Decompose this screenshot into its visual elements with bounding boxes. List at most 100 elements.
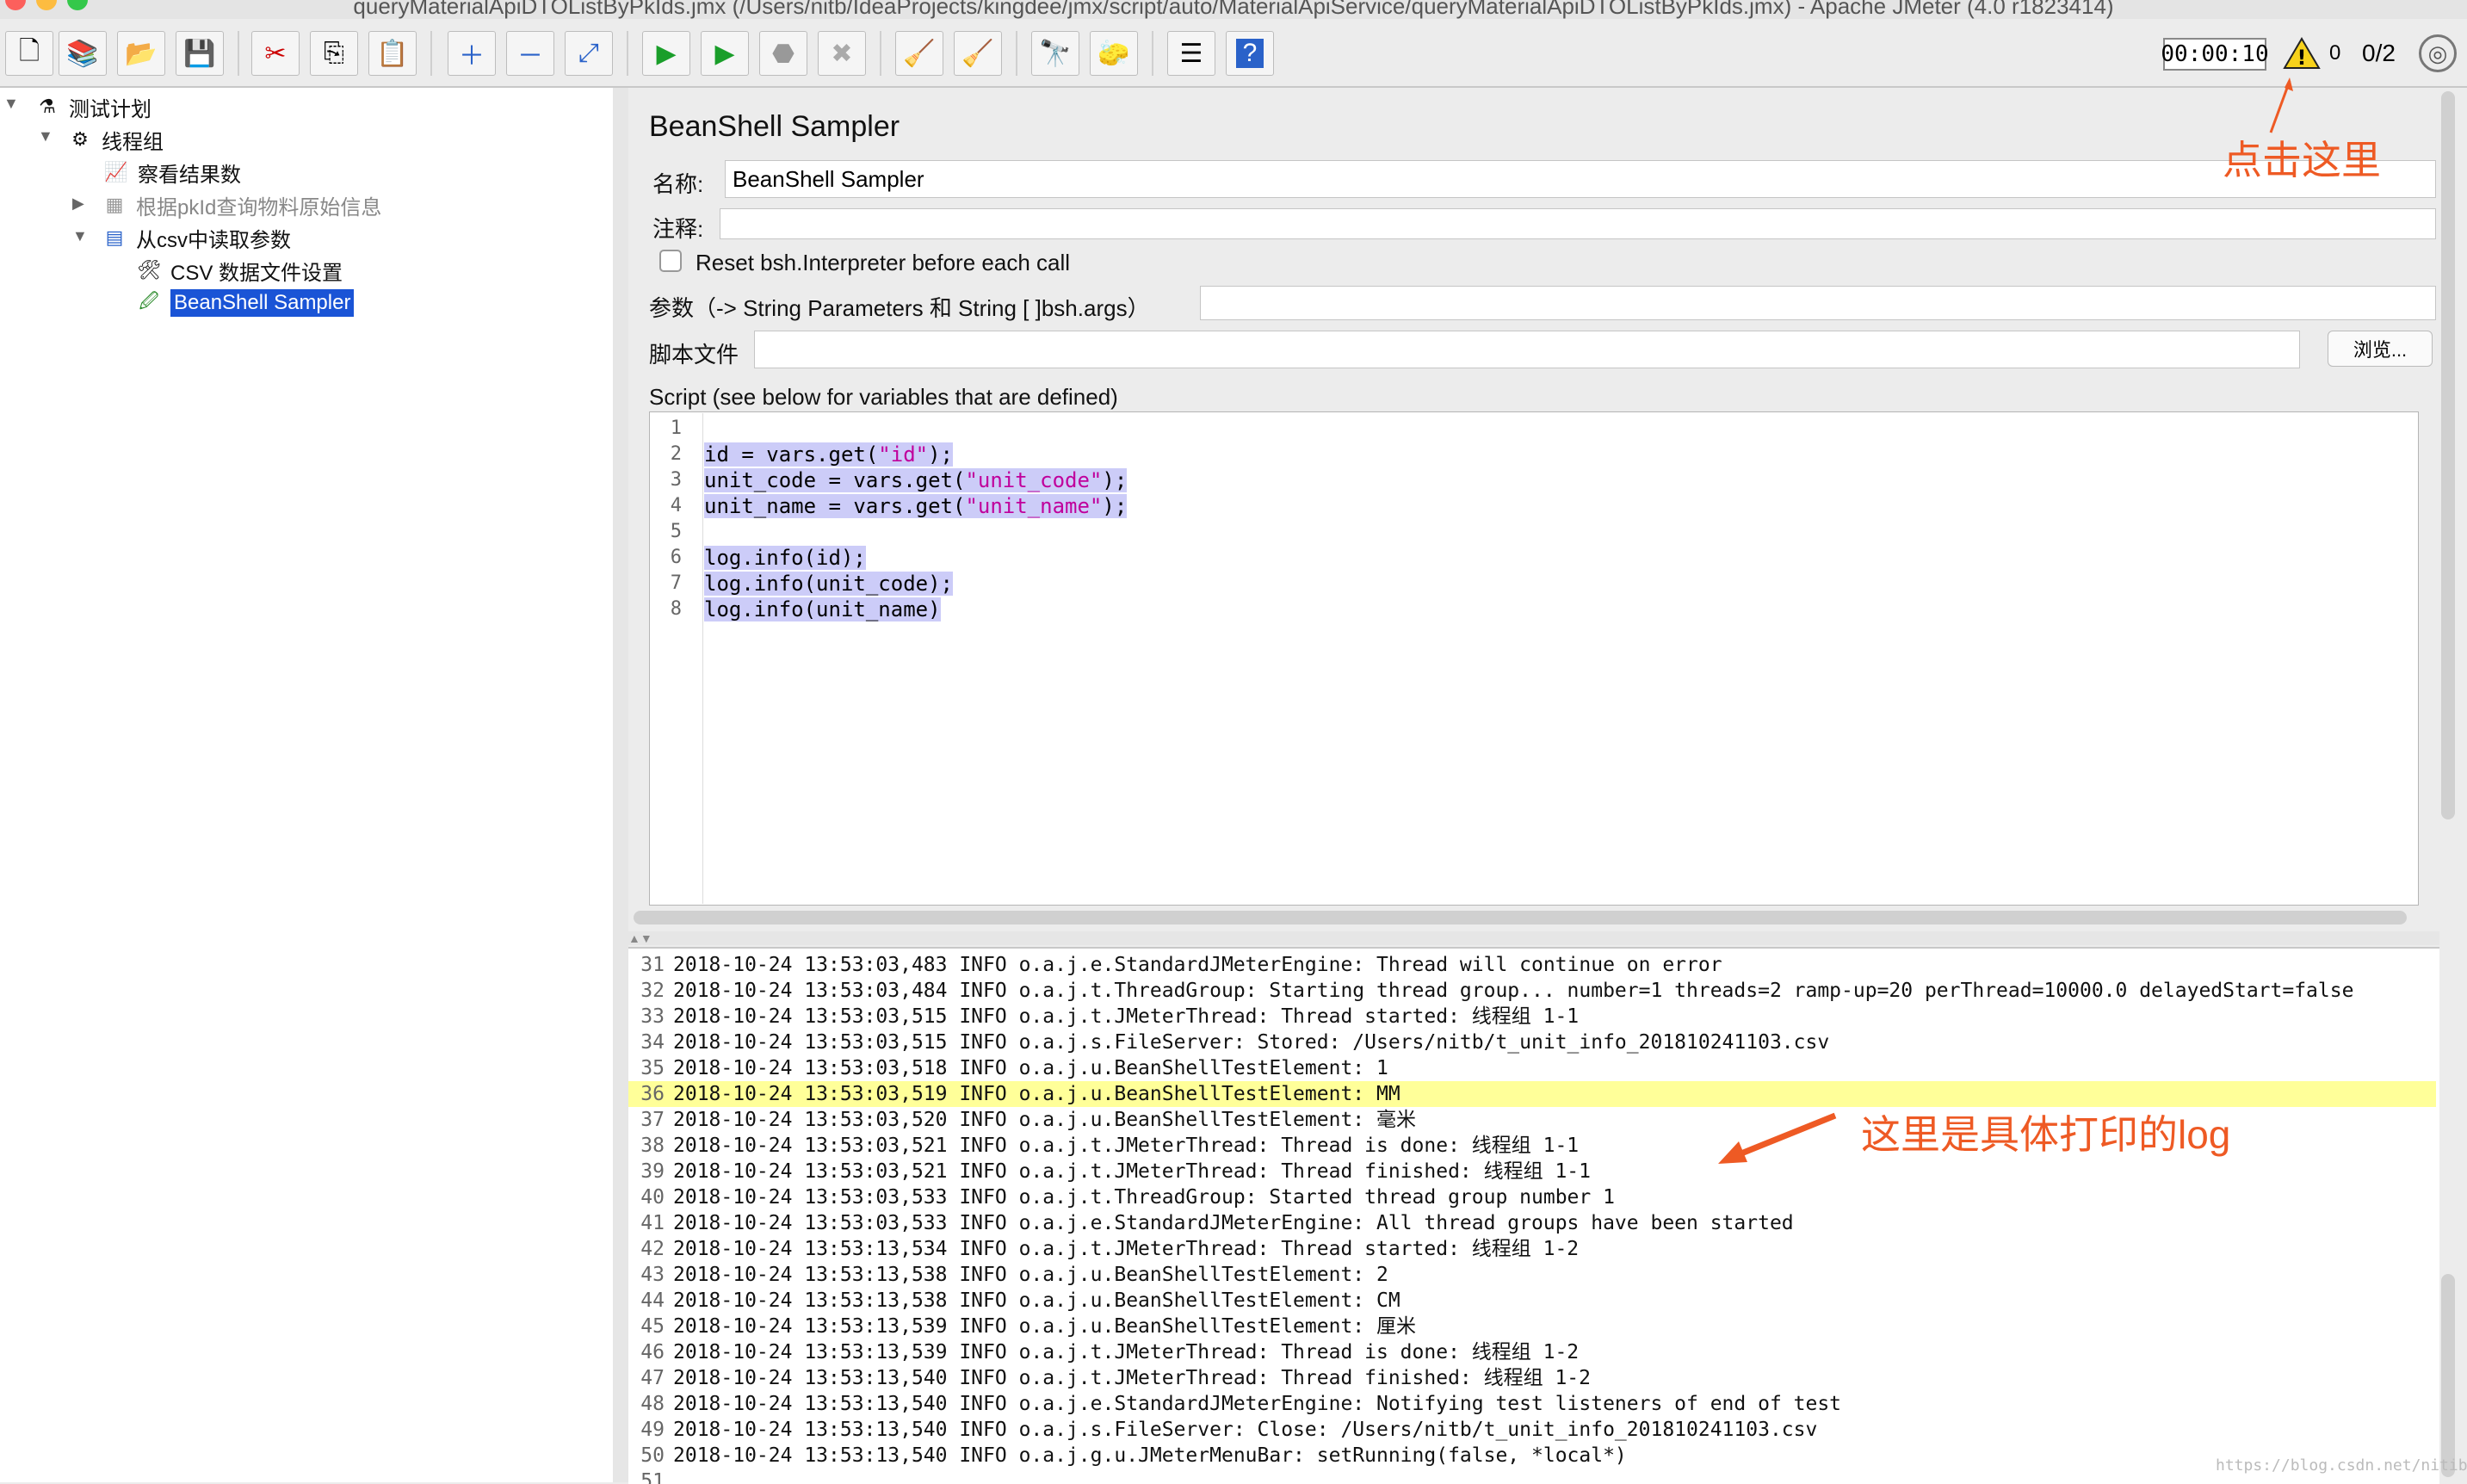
open-button[interactable]: 📂 — [117, 31, 165, 76]
log-text: 2018-10-24 13:53:03,515 INFO o.a.j.t.JMe… — [673, 1005, 1580, 1028]
run-status-icon: ◎ — [2419, 34, 2457, 72]
code-string: "unit_name" — [965, 494, 1103, 518]
tree-item-beanshell-sampler[interactable]: 🖉 BeanShell Sampler — [134, 288, 355, 318]
log-text: 2018-10-24 13:53:03,484 INFO o.a.j.t.Thr… — [673, 980, 2354, 1002]
code-string: "id" — [878, 442, 929, 467]
tree-item-label-selected: BeanShell Sampler — [170, 289, 355, 317]
panel-vertical-scrollbar[interactable] — [2441, 91, 2455, 819]
comment-label: 注释: — [652, 216, 704, 242]
log-row: 48 2018-10-24 13:53:13,540 INFO o.a.j.e.S… — [628, 1391, 2436, 1417]
browse-button[interactable]: 浏览... — [2328, 331, 2433, 367]
code-text: log.info(id); — [704, 546, 866, 570]
tree-item-results-tree[interactable]: 📈 察看结果数 — [102, 157, 241, 188]
code-text: unit_code = vars.get( — [704, 468, 966, 492]
log-viewer[interactable]: 31 2018-10-24 13:53:03,483 INFO o.a.j.e.S… — [628, 947, 2439, 1484]
log-line-number: 45 — [640, 1315, 665, 1338]
log-row: 39 2018-10-24 13:53:03,521 INFO o.a.j.t.J… — [628, 1159, 2436, 1184]
expand-triangle-icon[interactable]: ▶ — [72, 195, 84, 213]
help-icon: ? — [1235, 39, 1264, 68]
split-pane-divider[interactable] — [613, 88, 628, 1482]
save-button[interactable]: 💾 — [176, 31, 224, 76]
window-title: queryMaterialApiDTOListByPkIds.jmx (/Use… — [353, 0, 2114, 19]
collapse-triangle-icon[interactable]: ▼ — [3, 95, 19, 113]
log-line-number: 38 — [640, 1135, 665, 1157]
code-line-2: id = vars.get("id"); — [704, 442, 953, 467]
log-line-number: 31 — [640, 954, 665, 976]
tree-item-label: 根据pkId查询物料原始信息 — [136, 195, 382, 220]
log-line-number: 34 — [640, 1031, 665, 1054]
start-button[interactable]: ▶ — [642, 31, 690, 76]
test-plan-tree: ▼ ⚗ 测试计划 ▼ ⚙ 线程组 📈 察看结果数 ▶ ▦ 根据pkId查询物料原始信息 … — [0, 88, 615, 1482]
script-file-field[interactable] — [754, 331, 2300, 368]
new-file-icon: 🗋 — [18, 36, 40, 65]
start-no-pauses-button[interactable]: ▶ — [701, 31, 749, 76]
clear-all-button[interactable]: 🧹 — [954, 31, 1002, 76]
expand-all-button[interactable]: ＋ — [448, 31, 496, 76]
log-line-number: 32 — [640, 980, 665, 1002]
templates-button[interactable]: 📚 — [59, 31, 107, 76]
log-line-number: 37 — [640, 1109, 665, 1131]
log-row: 43 2018-10-24 13:53:13,538 INFO o.a.j.u.B… — [628, 1262, 2436, 1288]
help-button[interactable]: ? — [1226, 31, 1274, 76]
tree-item-label: 线程组 — [102, 130, 164, 154]
new-plan-button[interactable]: 🗋 — [5, 31, 53, 76]
line-number: 8 — [670, 598, 682, 620]
horizontal-scrollbar[interactable] — [634, 911, 2407, 924]
line-number: 3 — [670, 469, 682, 491]
clear-button[interactable]: 🧹 — [895, 31, 943, 76]
paste-button[interactable]: 📋 — [368, 31, 417, 76]
log-split-divider[interactable]: ▲▼ — [628, 931, 2439, 945]
code-string: "unit_code" — [965, 468, 1103, 492]
plus-icon: ＋ — [459, 42, 485, 71]
tree-item-read-csv[interactable]: ▤ 从csv中读取参数 — [100, 222, 291, 253]
function-helper-button[interactable]: ☰ — [1167, 31, 1215, 76]
flask-icon: ⚗ — [39, 96, 56, 117]
log-row: 44 2018-10-24 13:53:13,538 INFO o.a.j.u.B… — [628, 1288, 2436, 1314]
log-row: 34 2018-10-24 13:53:03,515 INFO o.a.j.s.F… — [628, 1030, 2436, 1055]
log-row: 50 2018-10-24 13:53:13,540 INFO o.a.j.g.u… — [628, 1443, 2436, 1469]
log-line-number: 50 — [640, 1444, 665, 1467]
shutdown-button[interactable]: ✖ — [818, 31, 866, 76]
collapse-all-button[interactable]: － — [506, 31, 554, 76]
toggle-icon: ⤢ — [578, 39, 599, 67]
tree-item-test-plan[interactable]: ⚗ 测试计划 — [33, 91, 151, 122]
name-field[interactable]: BeanShell Sampler — [725, 160, 2436, 198]
tree-item-thread-group[interactable]: ⚙ 线程组 — [65, 124, 164, 155]
code-text: log.info(unit_name) — [704, 597, 941, 621]
parameters-field[interactable] — [1200, 286, 2436, 320]
tree-item-csv-config[interactable]: 🛠 CSV 数据文件设置 — [134, 255, 343, 286]
collapse-triangle-icon[interactable]: ▼ — [72, 227, 88, 245]
copy-button[interactable]: ⎘ — [310, 31, 358, 76]
stop-icon: ⬣ — [771, 39, 795, 68]
code-line-4: unit_name = vars.get("unit_name"); — [704, 493, 1128, 519]
toolbar: 🗋 📚 📂 💾 ✂ ⎘ 📋 ＋ － ⤢ ▶ ▶ ⬣ ✖ 🧹 🧹 🔭 🧽 ☰ ? — [0, 19, 2467, 88]
reset-search-button[interactable]: 🧽 — [1090, 31, 1138, 76]
search-button[interactable]: 🔭 — [1031, 31, 1079, 76]
window-title-bar: queryMaterialApiDTOListByPkIds.jmx (/Use… — [0, 0, 2467, 19]
toggle-button[interactable]: ⤢ — [565, 31, 613, 76]
line-number: 6 — [670, 547, 682, 568]
cut-button[interactable]: ✂ — [251, 31, 300, 76]
log-row: 51 — [628, 1469, 2436, 1484]
log-row: 41 2018-10-24 13:53:03,533 INFO o.a.j.e.S… — [628, 1210, 2436, 1236]
log-row: 47 2018-10-24 13:53:13,540 INFO o.a.j.t.J… — [628, 1365, 2436, 1391]
tree-item-label: 从csv中读取参数 — [136, 228, 291, 252]
log-line-number: 40 — [640, 1186, 665, 1209]
log-row: 42 2018-10-24 13:53:13,534 INFO o.a.j.t.J… — [628, 1236, 2436, 1262]
log-text: 2018-10-24 13:53:13,539 INFO o.a.j.u.Bea… — [673, 1315, 1416, 1338]
log-vertical-scrollbar[interactable] — [2441, 1274, 2455, 1477]
code-text: ); — [1102, 494, 1128, 518]
log-text: 2018-10-24 13:53:13,538 INFO o.a.j.u.Bea… — [673, 1289, 1400, 1312]
stop-button[interactable]: ⬣ — [759, 31, 807, 76]
warning-icon[interactable]: ! — [2283, 36, 2321, 71]
reset-interpreter-checkbox[interactable] — [659, 250, 682, 272]
thread-count: 0/2 — [2362, 40, 2396, 66]
log-line-number: 47 — [640, 1367, 665, 1389]
log-text: 2018-10-24 13:53:03,521 INFO o.a.j.t.JMe… — [673, 1135, 1580, 1157]
comment-field[interactable] — [720, 208, 2436, 239]
collapse-triangle-icon[interactable]: ▼ — [38, 127, 53, 145]
tree-item-query-by-pkid[interactable]: ▦ 根据pkId查询物料原始信息 — [100, 189, 382, 220]
code-text: ); — [1102, 468, 1128, 492]
log-row: 31 2018-10-24 13:53:03,483 INFO o.a.j.e.S… — [628, 952, 2436, 978]
templates-icon: 📚 — [66, 39, 99, 68]
